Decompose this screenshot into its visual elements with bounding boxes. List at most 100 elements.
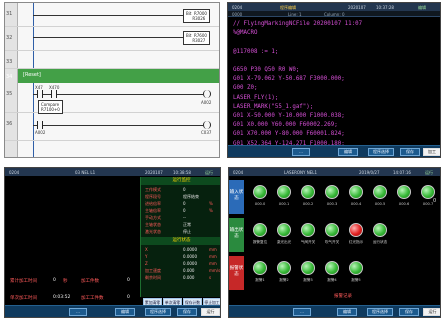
monitor-value: 0: [183, 201, 186, 206]
indicator-light-green[interactable]: [349, 261, 363, 275]
indicator-light-green[interactable]: [421, 185, 435, 199]
indicator-light-green[interactable]: [373, 185, 387, 199]
contact-symbol[interactable]: [37, 90, 43, 98]
accumulated-time-row: 累计加工时间 0 秒: [10, 275, 70, 286]
monitor-value: 0: [183, 208, 186, 213]
contact-symbol[interactable]: [37, 121, 43, 129]
ladder-selected-rung[interactable]: [Reset]: [18, 69, 219, 83]
monitor-row: X 0.0000 mm: [141, 246, 220, 253]
indicator-light-green[interactable]: [277, 185, 291, 199]
contact-symbol[interactable]: [51, 90, 57, 98]
run-statistics-panel: 0204 03 NEL L1 2020107 10:38:58 运行 累计加工时…: [4, 167, 221, 318]
indicator-light-green[interactable]: [325, 223, 339, 237]
coil-label: C037: [201, 130, 212, 135]
code-line[interactable]: G01 X0.000 Y60.000 F60002.269;: [233, 122, 338, 128]
indicator-light-green[interactable]: [277, 223, 291, 237]
monitor-value: 停止: [183, 229, 191, 234]
indicator-light-red[interactable]: [349, 223, 363, 237]
softkey-edit[interactable]: 编辑: [115, 308, 135, 316]
code-line[interactable]: // FlyingMarkingNCFile 20200107 11:07: [233, 21, 362, 27]
status-bar: 0204 03 NEL L1 2020107 10:38:58 运行: [5, 168, 220, 176]
code-line[interactable]: G01 X-50.000 Y-10.000 F1000.038;: [233, 113, 345, 119]
monitor-unit: s: [209, 275, 212, 280]
indicator-label: X00.1: [278, 202, 290, 206]
indicator-light-green[interactable]: [349, 185, 363, 199]
indicator-light-green[interactable]: [397, 185, 411, 199]
block-counter: 0000: [232, 12, 243, 17]
code-line[interactable]: @117008 := 1;: [233, 49, 278, 55]
monitor-unit: %: [209, 201, 213, 206]
bit-instruction-box[interactable]: Bit R7600 R3027: [183, 31, 210, 45]
indicator-label: 报警4: [327, 278, 337, 282]
monitor-value: 0: [183, 187, 186, 192]
ladder-wire: [33, 94, 203, 95]
io-status-panel: 0204 LASERONY NEL1 2019/0/27 14:07:16 运行…: [228, 167, 441, 318]
indicator-label: 报警3: [303, 278, 313, 282]
reset-label: [Reset]: [23, 72, 41, 78]
code-line[interactable]: LASER_FLY(1);: [233, 95, 278, 101]
softkey-save[interactable]: 保存: [177, 308, 197, 316]
monitor-label: Y: [145, 254, 148, 259]
indicator-light-green[interactable]: [325, 261, 339, 275]
rung-number: 31: [6, 11, 13, 17]
code-line[interactable]: LASER_MARK("55_1.gaf");: [233, 104, 313, 110]
contact-label: A002: [35, 130, 46, 135]
time-label: 10:38:58: [173, 170, 191, 175]
indicator-light-green[interactable]: [301, 185, 315, 199]
softkey-machining[interactable]: 加工: [423, 148, 440, 156]
softkey-program-select[interactable]: 程序选择: [145, 308, 171, 316]
code-line[interactable]: G650 P30 Q50 R0 W0;: [233, 67, 299, 73]
softkey-edit[interactable]: 编辑: [337, 308, 357, 316]
monitor-row: 进给倍率 0%: [141, 200, 220, 207]
machine-label: 03 NEL L1: [75, 170, 96, 175]
softkey-save[interactable]: 保存: [399, 308, 419, 316]
code-line[interactable]: G00 Z0;: [233, 85, 257, 91]
io-group-label: 输出状态: [229, 218, 244, 252]
rung-number: 34: [6, 74, 13, 80]
stat-value: 0:03:52: [53, 295, 71, 300]
date-label: 2020107: [145, 170, 163, 175]
part-count-row: 加工件数 0: [81, 275, 139, 286]
output-coil[interactable]: [203, 90, 211, 98]
code-line[interactable]: %@MACRO: [233, 30, 257, 36]
indicator-label: 报警复位: [252, 240, 268, 244]
indicator-label: 报警1: [255, 278, 265, 282]
softkey-run[interactable]: 运行: [201, 308, 220, 316]
coil-label: A002: [201, 100, 212, 105]
monitor-value: 0.000: [183, 275, 195, 280]
indicator-light-green[interactable]: [253, 223, 267, 237]
indicator-light-green[interactable]: [301, 261, 315, 275]
compare-box[interactable]: Compare R7100+0: [38, 100, 63, 114]
softkey-program-select[interactable]: 程序选择: [367, 308, 393, 316]
indicator-light-green[interactable]: [301, 223, 315, 237]
indicator-label: X00.6: [398, 202, 410, 206]
softkey-run[interactable]: 运行: [423, 308, 440, 316]
output-coil[interactable]: [203, 121, 211, 129]
status-bar: 0204 程序编辑 2020107 10:37:28 编辑: [228, 3, 440, 11]
indicator-light-green[interactable]: [253, 261, 267, 275]
code-line[interactable]: G01 X-79.062 Y-50.687 F3000.000;: [233, 76, 345, 82]
date-label: 2020107: [348, 5, 366, 10]
monitor-row: 激光状态 停止: [141, 228, 220, 235]
code-line[interactable]: G01 X70.000 Y-80.000 F60001.824;: [233, 131, 345, 137]
softkey-save[interactable]: 保存: [400, 148, 420, 156]
stat-label: 加工工件数: [81, 296, 104, 301]
stat-value: 0: [127, 278, 130, 283]
indicator-label: 红光指示: [348, 240, 364, 244]
indicator-light-green[interactable]: [277, 261, 291, 275]
indicator-light-green[interactable]: [253, 185, 267, 199]
monitor-label: 激光状态: [145, 229, 161, 234]
softkey-more[interactable]: ...: [69, 308, 87, 316]
ladder-rung[interactable]: 33: [5, 51, 219, 69]
softkey-program-select[interactable]: 程序选择: [368, 148, 394, 156]
indicator-light-green[interactable]: [325, 185, 339, 199]
softkey-edit[interactable]: 编辑: [338, 148, 358, 156]
softkey-more[interactable]: ...: [293, 308, 311, 316]
rung-number: 36: [6, 121, 13, 127]
softkey-more[interactable]: ...: [292, 148, 310, 156]
stat-label: 累计加工时间: [10, 279, 37, 284]
monitor-value: 0.000: [183, 268, 195, 273]
bit-instruction-box[interactable]: Bit R7000 R3026: [183, 9, 210, 23]
indicator-light-green[interactable]: [373, 223, 387, 237]
monitor-label: Z: [145, 261, 148, 266]
